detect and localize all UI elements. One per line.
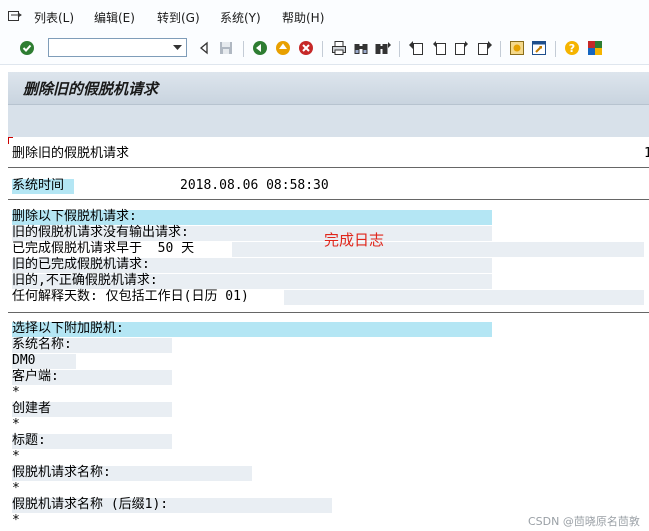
list-item: 创建者 (12, 401, 52, 416)
create-session-icon[interactable] (509, 40, 525, 56)
field-highlight (284, 290, 644, 305)
system-time-label: 系统时间 (12, 178, 65, 193)
list-item: 已完成假脱机请求早于 50 天 (12, 241, 195, 256)
list-item: 任何解释天数: 仅包括工作日(日历 01) (12, 289, 249, 304)
list-item: 客户端: (12, 369, 59, 384)
list-output: 删除旧的假脱机请求 1 系统时间 2018.08.06 08:58:30 删除以… (8, 137, 649, 531)
help-icon[interactable]: ? (564, 40, 580, 56)
list-item: 旧的,不正确假脱机请求: (12, 273, 158, 288)
list-item: * (12, 385, 20, 400)
toolbar-separator (243, 41, 244, 57)
divider (8, 199, 649, 200)
enter-icon[interactable] (19, 40, 35, 56)
svg-text:?: ? (569, 42, 575, 55)
window-menu-icon[interactable] (8, 8, 22, 21)
watermark: CSDN @茴晓原名茴敦 (528, 515, 640, 528)
print-icon[interactable] (331, 40, 347, 56)
cursor-corner-marker (8, 137, 13, 144)
toolbar-separator (500, 41, 501, 57)
chevron-down-icon[interactable] (170, 40, 185, 55)
command-field[interactable] (48, 38, 187, 60)
last-page-icon[interactable] (477, 40, 493, 56)
list-item: 旧的假脱机请求没有输出请求: (12, 225, 189, 240)
list-item: DM0 (12, 353, 36, 368)
list-item: 旧的已完成假脱机请求: (12, 257, 150, 272)
cancel-icon[interactable] (298, 40, 314, 56)
application-toolbar (8, 105, 649, 137)
exit-icon[interactable] (275, 40, 291, 56)
standard-toolbar: ? (0, 34, 649, 65)
list-item: 系统名称: (12, 337, 72, 352)
list-item: * (12, 449, 20, 464)
list-item: 标题: (12, 433, 46, 448)
customize-layout-icon[interactable] (587, 40, 603, 56)
toolbar-separator (322, 41, 323, 57)
system-time-value: 2018.08.06 08:58:30 (180, 178, 329, 193)
screen-title-bar: 删除旧的假脱机请求 (8, 72, 649, 105)
toolbar-separator (555, 41, 556, 57)
list-item: * (12, 417, 20, 432)
find-next-icon[interactable] (375, 40, 391, 56)
first-page-icon[interactable] (408, 40, 424, 56)
list-header: 删除旧的假脱机请求 (12, 146, 130, 161)
next-page-icon[interactable] (454, 40, 470, 56)
menu-list[interactable]: 列表(L) (34, 9, 74, 26)
list-item: * (12, 481, 20, 496)
command-input[interactable] (49, 42, 171, 60)
list-item: * (12, 513, 20, 528)
menu-edit[interactable]: 编辑(E) (94, 9, 135, 26)
menu-system[interactable]: 系统(Y) (220, 9, 261, 26)
shortcut-icon[interactable] (531, 40, 547, 56)
divider (8, 167, 649, 168)
menu-help[interactable]: 帮助(H) (282, 9, 324, 26)
completion-log-annotation: 完成日志 (324, 231, 385, 249)
find-icon[interactable] (353, 40, 369, 56)
save-icon[interactable] (218, 40, 234, 56)
toolbar-separator (399, 41, 400, 57)
collapse-arrow-icon[interactable] (196, 40, 212, 56)
delete-section-heading: 删除以下假脱机请求: (12, 209, 137, 224)
menu-bar: 列表(L) 编辑(E) 转到(G) 系统(Y) 帮助(H) (0, 0, 649, 34)
field-highlight (232, 242, 644, 257)
list-item: 假脱机请求名称 (后缀1): (12, 497, 169, 512)
previous-page-icon[interactable] (431, 40, 447, 56)
list-item: 假脱机请求名称: (12, 465, 111, 480)
page-title: 删除旧的假脱机请求 (23, 80, 159, 98)
divider (8, 312, 649, 313)
back-icon[interactable] (252, 40, 268, 56)
page-number: 1 (644, 146, 649, 161)
select-section-heading: 选择以下附加脱机: (12, 321, 124, 336)
menu-goto[interactable]: 转到(G) (157, 9, 200, 26)
